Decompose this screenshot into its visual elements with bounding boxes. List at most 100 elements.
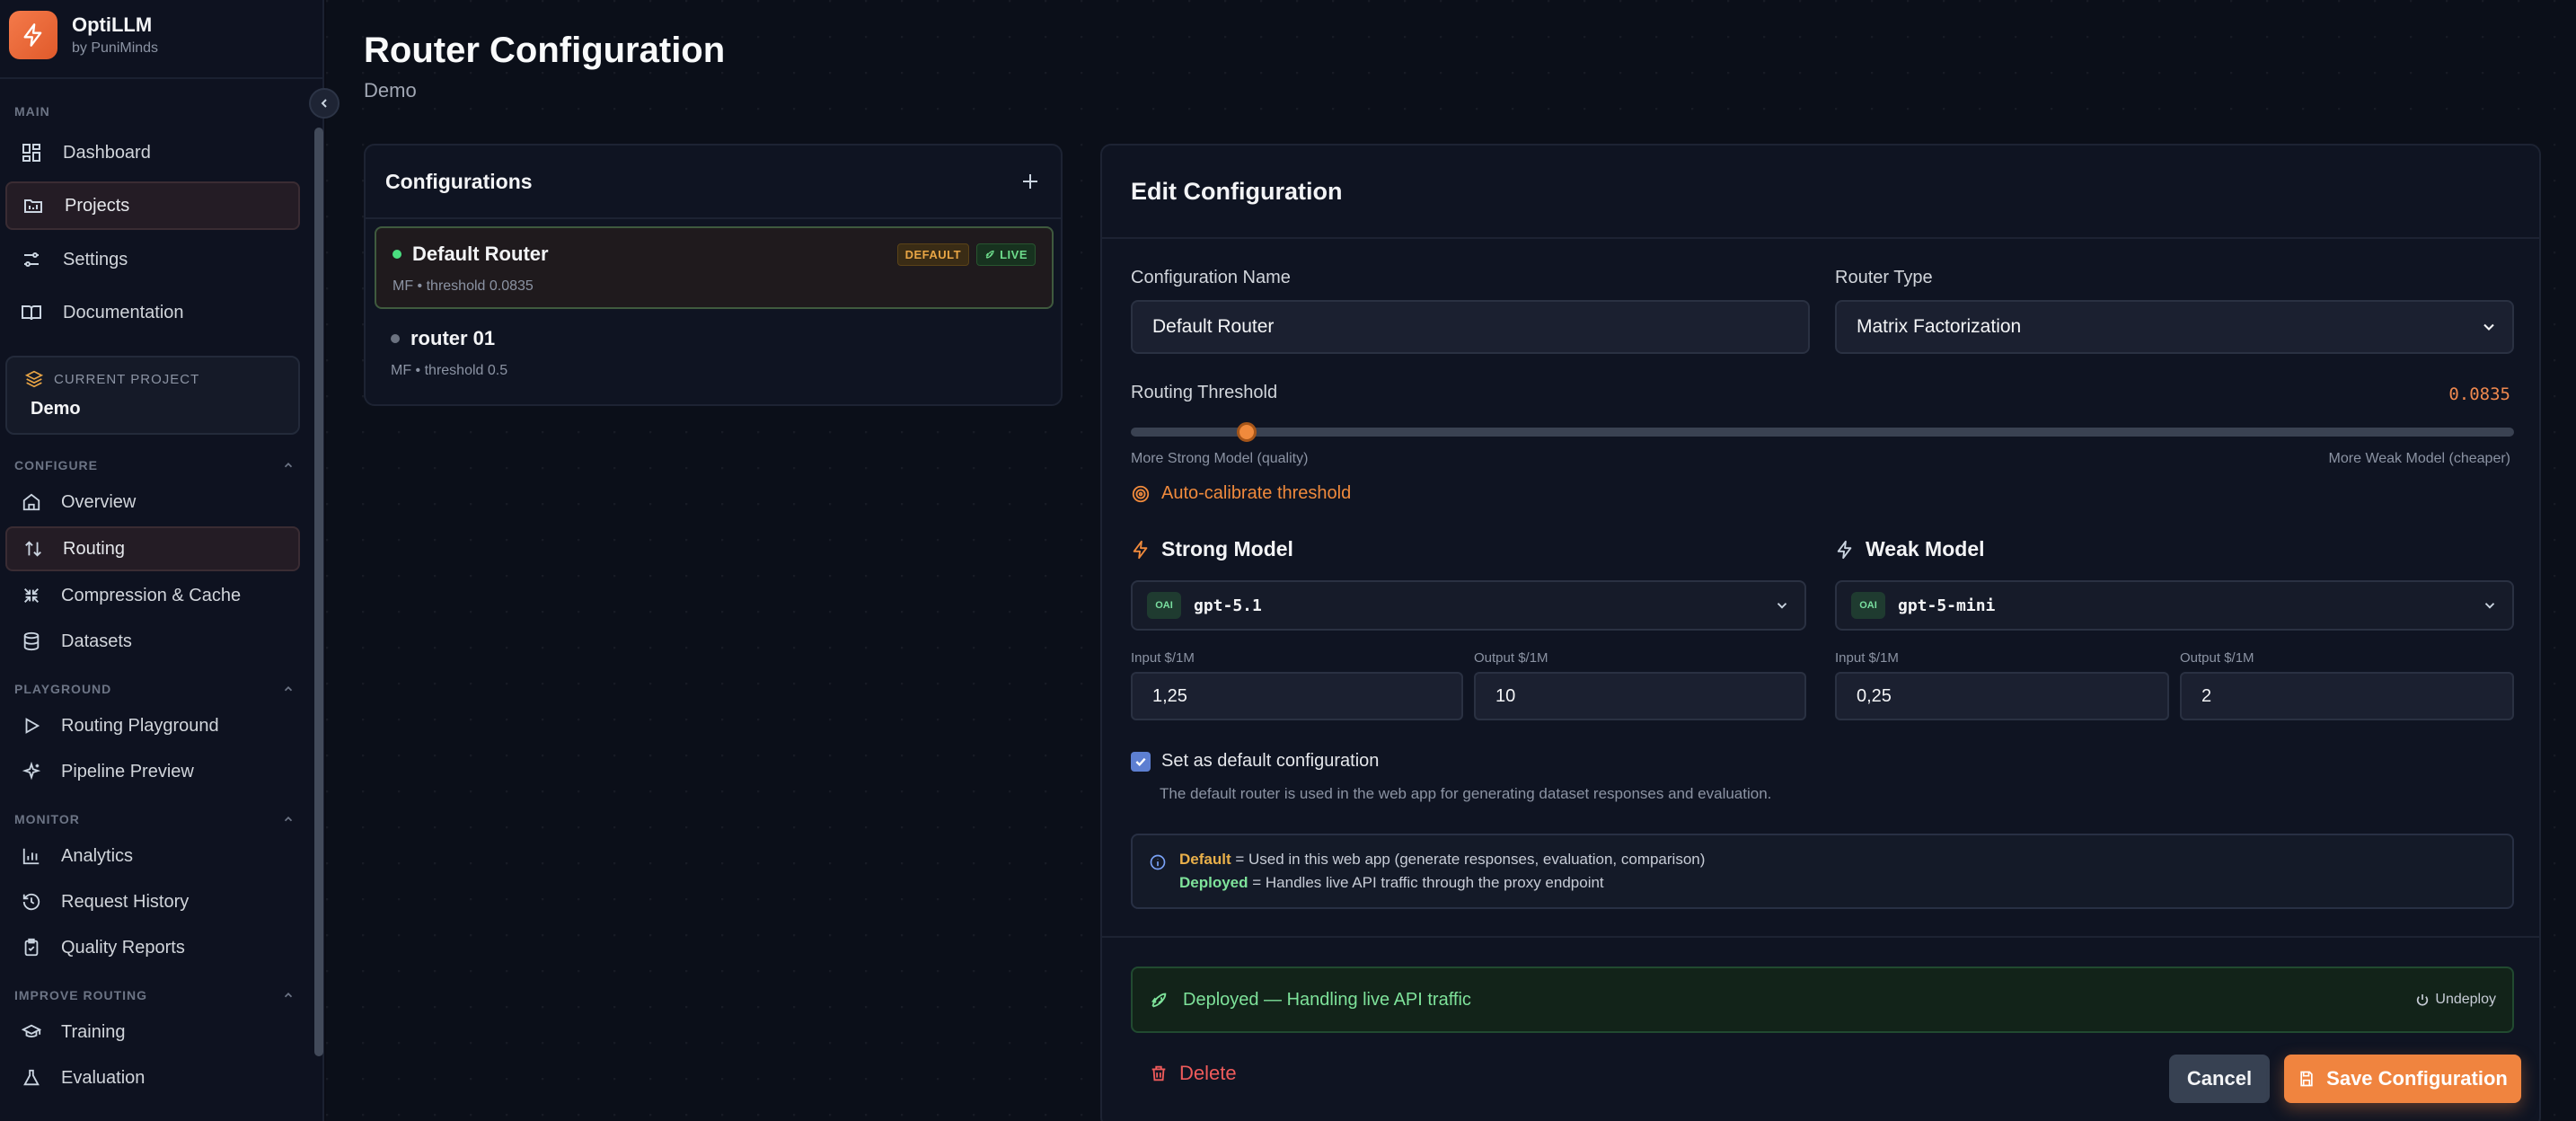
default-badge: DEFAULT (896, 243, 970, 266)
auto-calibrate-label: Auto-calibrate threshold (1161, 483, 1352, 503)
rocket-icon (985, 250, 994, 259)
delete-button[interactable]: Delete (1149, 1062, 1237, 1085)
sidebar-item-routing-playground[interactable]: Routing Playground (5, 703, 300, 748)
sidebar-item-label: Dashboard (63, 142, 151, 163)
sidebar-item-projects[interactable]: Projects (5, 181, 300, 230)
chevron-up-icon (282, 989, 295, 1002)
configuration-name: Default Router (412, 243, 549, 265)
weak-output-price[interactable]: 2 (2180, 672, 2514, 720)
sidebar-item-label: Projects (65, 195, 130, 216)
deploy-status-text: Deployed — Handling live API traffic (1183, 989, 1471, 1010)
sidebar-item-quality-reports[interactable]: Quality Reports (5, 925, 300, 970)
sidebar-item-training[interactable]: Training (5, 1010, 300, 1055)
configuration-name: router 01 (410, 327, 496, 349)
weak-model-name: gpt-5-mini (1898, 596, 1996, 615)
save-configuration-button[interactable]: Save Configuration (2284, 1055, 2521, 1103)
section-configure-label[interactable]: CONFIGURE (14, 458, 295, 472)
sidebar-item-evaluation[interactable]: Evaluation (5, 1055, 300, 1100)
clipboard-icon (20, 936, 43, 959)
configuration-name-label: Configuration Name (1131, 268, 1291, 287)
sidebar-item-pipeline-preview[interactable]: Pipeline Preview (5, 749, 300, 794)
strong-output-price[interactable]: 10 (1474, 672, 1806, 720)
checkbox-checked-icon[interactable] (1131, 751, 1151, 772)
strong-model-select[interactable]: OAI gpt-5.1 (1131, 580, 1806, 631)
chevron-up-icon (282, 683, 295, 695)
default-checkbox-label: Set as default configuration (1161, 751, 1380, 771)
deploy-status-box: Deployed — Handling live API traffic Und… (1131, 967, 2514, 1033)
provider-badge: OAI (1147, 592, 1181, 619)
slider-thumb[interactable] (1236, 422, 1257, 442)
sidebar-item-label: Evaluation (61, 1067, 146, 1088)
sidebar-item-label: Routing (63, 538, 125, 559)
info-box: Default = Used in this web app (generate… (1131, 834, 2514, 909)
sidebar-item-dashboard[interactable]: Dashboard (5, 128, 300, 177)
power-icon (2417, 994, 2429, 1006)
cancel-button[interactable]: Cancel (2169, 1055, 2270, 1103)
sidebar-item-label: Routing Playground (61, 715, 219, 736)
divider (1102, 936, 2539, 938)
configuration-name-input[interactable]: Default Router (1131, 300, 1810, 354)
strong-model-heading: Strong Model (1131, 537, 1293, 561)
sidebar-item-label: Compression & Cache (61, 585, 242, 605)
sidebar-item-label: Training (61, 1021, 126, 1042)
strong-input-label: Input $/1M (1131, 650, 1195, 666)
main-content: Router Configuration Demo Configurations… (326, 0, 2576, 1121)
bolt-logo-icon (9, 11, 57, 59)
undeploy-button[interactable]: Undeploy (2415, 992, 2496, 1008)
sidebar-item-documentation[interactable]: Documentation (5, 288, 300, 337)
configurations-title: Configurations (385, 169, 533, 193)
sidebar-item-settings[interactable]: Settings (5, 235, 300, 284)
configuration-item-router-01[interactable]: router 01 MF • threshold 0.5 (375, 313, 1054, 395)
live-badge: LIVE (976, 243, 1036, 266)
configuration-meta: MF • threshold 0.5 (391, 363, 508, 378)
sidebar-scrollbar[interactable] (314, 128, 323, 1056)
chart-icon (20, 844, 43, 868)
database-icon (20, 630, 43, 653)
sidebar-item-routing[interactable]: Routing (5, 526, 300, 571)
page-subtitle: Demo (364, 79, 417, 102)
configurations-panel: Configurations Default Router DEFAULT LI… (364, 144, 1063, 406)
sidebar-item-label: Analytics (61, 845, 134, 866)
default-configuration-toggle[interactable]: Set as default configuration (1131, 751, 1379, 772)
provider-badge: OAI (1851, 592, 1885, 619)
routing-threshold-label: Routing Threshold (1131, 383, 1278, 402)
sidebar-item-datasets[interactable]: Datasets (5, 619, 300, 664)
info-deployed-line: Deployed = Handles live API traffic thro… (1179, 874, 1604, 891)
sidebar-item-analytics[interactable]: Analytics (5, 834, 300, 878)
strong-input-price[interactable]: 1,25 (1131, 672, 1463, 720)
brand[interactable]: OptiLLM by PuniMinds (9, 9, 158, 61)
configuration-item-default-router[interactable]: Default Router DEFAULT LIVE MF • thresho… (375, 226, 1054, 309)
chevron-down-icon (2482, 597, 2498, 613)
weak-input-label: Input $/1M (1835, 650, 1899, 666)
sidebar-collapse-button[interactable] (309, 88, 340, 119)
sidebar-item-overview[interactable]: Overview (5, 480, 300, 525)
section-improve-label[interactable]: IMPROVE ROUTING (14, 988, 295, 1002)
status-dot (393, 250, 401, 259)
section-playground-label[interactable]: PLAYGROUND (14, 682, 295, 696)
sidebar-item-compression-cache[interactable]: Compression & Cache (5, 573, 300, 618)
sidebar-item-label: Request History (61, 891, 190, 912)
sidebar-item-label: Datasets (61, 631, 132, 651)
slider-hint-left: More Strong Model (quality) (1131, 451, 1309, 466)
play-icon (20, 714, 43, 737)
sidebar-item-label: Pipeline Preview (61, 761, 194, 781)
auto-calibrate-button[interactable]: Auto-calibrate threshold (1131, 483, 1351, 504)
weak-model-heading: Weak Model (1835, 537, 1985, 561)
save-icon (2298, 1070, 2316, 1088)
current-project-card[interactable]: CURRENT PROJECT Demo (5, 356, 300, 435)
weak-output-label: Output $/1M (2180, 650, 2254, 666)
weak-input-price[interactable]: 0,25 (1835, 672, 2169, 720)
projects-icon (22, 194, 45, 217)
router-type-select[interactable]: Matrix Factorization (1835, 300, 2514, 354)
strong-output-label: Output $/1M (1474, 650, 1548, 666)
sidebar-item-request-history[interactable]: Request History (5, 879, 300, 924)
routing-threshold-slider[interactable] (1131, 422, 2514, 442)
sidebar-item-label: Settings (63, 249, 128, 269)
chevron-left-icon (317, 96, 331, 110)
settings-icon (20, 248, 43, 271)
weak-model-select[interactable]: OAI gpt-5-mini (1835, 580, 2514, 631)
add-configuration-button[interactable] (1019, 171, 1041, 192)
section-monitor-label[interactable]: MONITOR (14, 812, 295, 826)
divider (0, 77, 324, 79)
chevron-up-icon (282, 459, 295, 472)
